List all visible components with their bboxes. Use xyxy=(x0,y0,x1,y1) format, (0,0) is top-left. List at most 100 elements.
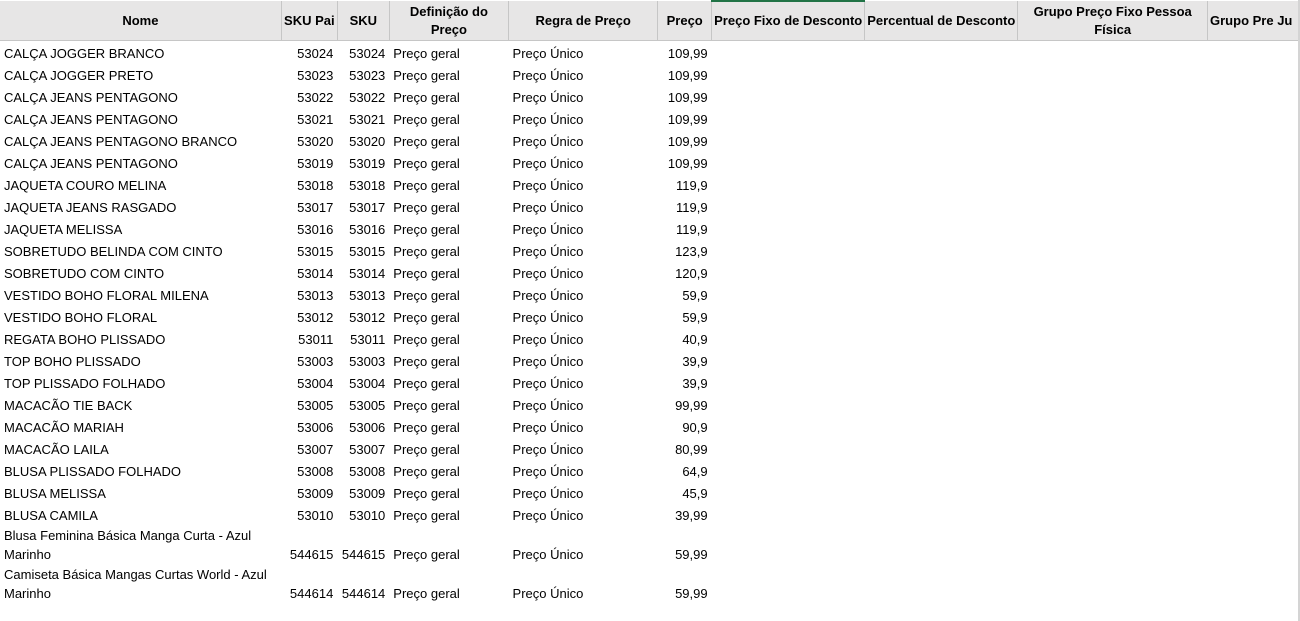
cell-sku[interactable]: 53010 xyxy=(337,503,389,525)
cell-definicao-preco[interactable]: Preço geral xyxy=(389,63,508,85)
cell-preco[interactable]: 59,9 xyxy=(658,283,712,305)
cell-preco[interactable]: 39,9 xyxy=(658,371,712,393)
header-nome[interactable]: Nome xyxy=(0,1,282,41)
cell-nome[interactable]: MACACÃO MARIAH xyxy=(0,415,281,437)
header-grupo-pf[interactable]: Grupo Preço Fixo Pessoa Física xyxy=(1017,1,1209,41)
cell-preco[interactable]: 109,99 xyxy=(658,41,712,64)
cell-definicao-preco[interactable]: Preço geral xyxy=(389,525,508,564)
empty-cell[interactable] xyxy=(1018,41,1208,64)
cell-regra-preco[interactable]: Preço Único xyxy=(509,305,658,327)
cell-sku-pai[interactable]: 53016 xyxy=(281,217,337,239)
cell-definicao-preco[interactable]: Preço geral xyxy=(389,129,508,151)
empty-cell[interactable] xyxy=(1018,63,1208,85)
cell-regra-preco[interactable]: Preço Único xyxy=(509,217,658,239)
empty-cell[interactable] xyxy=(1208,481,1300,503)
empty-cell[interactable] xyxy=(712,437,865,459)
empty-cell[interactable] xyxy=(1018,327,1208,349)
empty-cell[interactable] xyxy=(1208,437,1300,459)
empty-cell[interactable] xyxy=(1018,459,1208,481)
cell-regra-preco[interactable]: Preço Único xyxy=(509,107,658,129)
empty-cell[interactable] xyxy=(712,63,865,85)
cell-nome[interactable]: SOBRETUDO COM CINTO xyxy=(0,261,281,283)
empty-cell[interactable] xyxy=(1018,173,1208,195)
empty-cell[interactable] xyxy=(865,195,1018,217)
cell-sku-pai[interactable]: 53013 xyxy=(281,283,337,305)
empty-cell[interactable] xyxy=(865,525,1018,564)
cell-regra-preco[interactable]: Preço Único xyxy=(509,283,658,305)
cell-regra-preco[interactable]: Preço Único xyxy=(509,437,658,459)
cell-sku[interactable]: 53019 xyxy=(337,151,389,173)
cell-sku-pai[interactable]: 53005 xyxy=(281,393,337,415)
cell-preco[interactable]: 119,9 xyxy=(658,195,712,217)
cell-nome[interactable]: CALÇA JEANS PENTAGONO xyxy=(0,151,281,173)
empty-cell[interactable] xyxy=(712,525,865,564)
cell-sku[interactable]: 544615 xyxy=(337,525,389,564)
cell-regra-preco[interactable]: Preço Único xyxy=(509,173,658,195)
empty-cell[interactable] xyxy=(712,459,865,481)
cell-sku-pai[interactable]: 53012 xyxy=(281,305,337,327)
empty-cell[interactable] xyxy=(1208,371,1300,393)
empty-cell[interactable] xyxy=(712,503,865,525)
cell-preco[interactable]: 64,9 xyxy=(658,459,712,481)
cell-nome[interactable]: MACACÃO LAILA xyxy=(0,437,281,459)
cell-preco[interactable]: 99,99 xyxy=(658,393,712,415)
cell-sku-pai[interactable]: 53015 xyxy=(281,239,337,261)
empty-cell[interactable] xyxy=(865,129,1018,151)
cell-regra-preco[interactable]: Preço Único xyxy=(509,327,658,349)
cell-sku-pai[interactable]: 53024 xyxy=(281,41,337,64)
cell-nome[interactable]: JAQUETA JEANS RASGADO xyxy=(0,195,281,217)
empty-cell[interactable] xyxy=(865,217,1018,239)
cell-regra-preco[interactable]: Preço Único xyxy=(509,503,658,525)
cell-regra-preco[interactable]: Preço Único xyxy=(509,349,658,371)
cell-sku[interactable]: 53021 xyxy=(337,107,389,129)
cell-nome[interactable]: SOBRETUDO BELINDA COM CINTO xyxy=(0,239,281,261)
cell-sku[interactable]: 53005 xyxy=(337,393,389,415)
header-preco[interactable]: Preço xyxy=(657,1,713,41)
empty-cell[interactable] xyxy=(865,393,1018,415)
empty-cell[interactable] xyxy=(1018,525,1208,564)
empty-cell[interactable] xyxy=(712,327,865,349)
cell-definicao-preco[interactable]: Preço geral xyxy=(389,239,508,261)
cell-nome[interactable]: MACACÃO TIE BACK xyxy=(0,393,281,415)
empty-cell[interactable] xyxy=(865,459,1018,481)
empty-cell[interactable] xyxy=(712,481,865,503)
cell-regra-preco[interactable]: Preço Único xyxy=(509,85,658,107)
cell-sku[interactable]: 53004 xyxy=(337,371,389,393)
header-regra-preco[interactable]: Regra de Preço xyxy=(508,1,659,41)
cell-nome[interactable]: CALÇA JEANS PENTAGONO xyxy=(0,85,281,107)
empty-cell[interactable] xyxy=(1208,217,1300,239)
cell-definicao-preco[interactable]: Preço geral xyxy=(389,437,508,459)
cell-sku[interactable]: 53008 xyxy=(337,459,389,481)
cell-preco[interactable]: 40,9 xyxy=(658,327,712,349)
header-sku[interactable]: SKU xyxy=(337,1,390,41)
cell-preco[interactable]: 90,9 xyxy=(658,415,712,437)
cell-nome[interactable]: CALÇA JEANS PENTAGONO BRANCO xyxy=(0,129,281,151)
cell-sku-pai[interactable]: 53017 xyxy=(281,195,337,217)
cell-nome[interactable]: TOP PLISSADO FOLHADO xyxy=(0,371,281,393)
cell-definicao-preco[interactable]: Preço geral xyxy=(389,371,508,393)
cell-preco[interactable]: 39,99 xyxy=(658,503,712,525)
empty-cell[interactable] xyxy=(1018,393,1208,415)
empty-cell[interactable] xyxy=(865,327,1018,349)
cell-definicao-preco[interactable]: Preço geral xyxy=(389,261,508,283)
cell-regra-preco[interactable]: Preço Único xyxy=(509,525,658,564)
cell-definicao-preco[interactable]: Preço geral xyxy=(389,107,508,129)
empty-cell[interactable] xyxy=(712,195,865,217)
cell-sku-pai[interactable]: 53014 xyxy=(281,261,337,283)
empty-cell[interactable] xyxy=(1018,415,1208,437)
cell-definicao-preco[interactable]: Preço geral xyxy=(389,85,508,107)
cell-sku-pai[interactable]: 53008 xyxy=(281,459,337,481)
empty-cell[interactable] xyxy=(865,349,1018,371)
cell-preco[interactable]: 109,99 xyxy=(658,85,712,107)
empty-cell[interactable] xyxy=(712,217,865,239)
empty-cell[interactable] xyxy=(1208,173,1300,195)
cell-nome[interactable]: Blusa Feminina Básica Manga Curta - Azul… xyxy=(0,525,281,564)
cell-sku[interactable]: 544614 xyxy=(337,564,389,603)
cell-preco[interactable]: 119,9 xyxy=(658,217,712,239)
empty-cell[interactable] xyxy=(865,151,1018,173)
empty-cell[interactable] xyxy=(1018,85,1208,107)
empty-cell[interactable] xyxy=(712,393,865,415)
cell-definicao-preco[interactable]: Preço geral xyxy=(389,195,508,217)
header-definicao-preco[interactable]: Definição do Preço xyxy=(389,1,510,41)
empty-cell[interactable] xyxy=(1018,129,1208,151)
